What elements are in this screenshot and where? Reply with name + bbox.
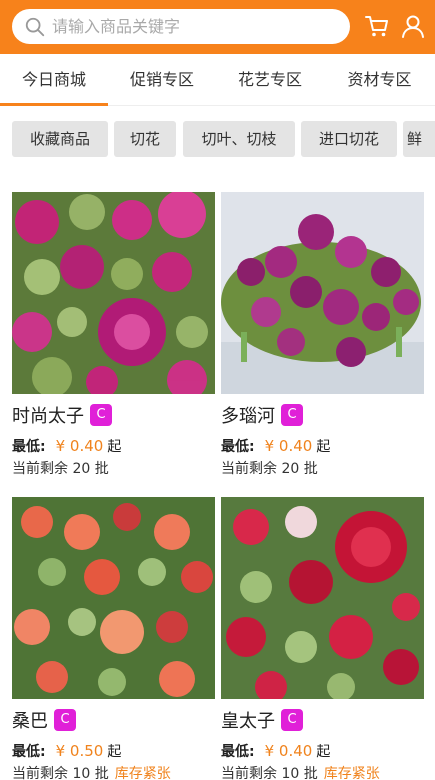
product-name: 时尚太子: [12, 406, 84, 427]
stock-row: 当前剩余 20 批: [221, 458, 318, 478]
grade-badge: C: [54, 709, 76, 731]
price-value: ¥ 0.40: [55, 437, 104, 455]
tab-materials[interactable]: 资材专区: [324, 54, 435, 106]
chip-more[interactable]: 鲜: [403, 121, 435, 157]
price-label: 最低:: [12, 439, 46, 455]
stock-text: 当前剩余 10 批: [12, 766, 109, 780]
tab-floral-art[interactable]: 花艺专区: [216, 54, 324, 106]
search-input[interactable]: [52, 9, 342, 44]
price-row: 最低: ¥ 0.40 起: [12, 436, 121, 456]
grade-badge: C: [281, 404, 303, 426]
tab-today-mall[interactable]: 今日商城: [0, 54, 108, 106]
stock-row: 当前剩余 10 批库存紧张: [12, 763, 171, 780]
product-name: 皇太子: [221, 711, 275, 732]
price-unit: 起: [316, 744, 331, 760]
low-stock-tag: 库存紧张: [114, 766, 171, 780]
product-image[interactable]: [12, 497, 215, 699]
stock-text: 当前剩余 20 批: [12, 461, 109, 477]
price-label: 最低:: [221, 439, 255, 455]
product-name-row: 皇太子 C: [221, 707, 303, 733]
price-unit: 起: [107, 439, 122, 455]
price-label: 最低:: [221, 744, 255, 760]
price-unit: 起: [316, 439, 331, 455]
stock-text: 当前剩余 20 批: [221, 461, 318, 477]
product-image[interactable]: [221, 497, 424, 699]
price-label: 最低:: [12, 744, 46, 760]
grade-badge: C: [281, 709, 303, 731]
price-value: ¥ 0.40: [264, 742, 313, 760]
product-name-row: 桑巴 C: [12, 707, 76, 733]
product-card[interactable]: 桑巴 C 最低: ¥ 0.50 起 当前剩余 10 批库存紧张: [12, 497, 215, 780]
price-row: 最低: ¥ 0.50 起: [12, 741, 121, 761]
product-image[interactable]: [12, 192, 215, 394]
price-row: 最低: ¥ 0.40 起: [221, 436, 330, 456]
filter-chips: 收藏商品 切花 切叶、切枝 进口切花 鲜: [0, 118, 435, 162]
price-value: ¥ 0.50: [55, 742, 104, 760]
user-icon[interactable]: [400, 13, 426, 39]
stock-text: 当前剩余 10 批: [221, 766, 318, 780]
price-value: ¥ 0.40: [264, 437, 313, 455]
top-bar: [0, 0, 435, 54]
grade-badge: C: [90, 404, 112, 426]
product-name: 桑巴: [12, 711, 48, 732]
low-stock-tag: 库存紧张: [323, 766, 380, 780]
price-unit: 起: [107, 744, 122, 760]
price-row: 最低: ¥ 0.40 起: [221, 741, 330, 761]
chip-favorites[interactable]: 收藏商品: [12, 121, 108, 157]
search-box[interactable]: [12, 9, 350, 44]
product-image[interactable]: [221, 192, 424, 394]
chip-cut-flowers[interactable]: 切花: [114, 121, 176, 157]
product-name: 多瑙河: [221, 406, 275, 427]
chip-cut-leaves[interactable]: 切叶、切枝: [183, 121, 295, 157]
chip-imported[interactable]: 进口切花: [301, 121, 397, 157]
tab-promotion[interactable]: 促销专区: [108, 54, 216, 106]
search-icon: [25, 17, 45, 37]
product-card[interactable]: 多瑙河 C 最低: ¥ 0.40 起 当前剩余 20 批: [221, 192, 424, 477]
stock-row: 当前剩余 10 批库存紧张: [221, 763, 380, 780]
product-grid: 时尚太子 C 最低: ¥ 0.40 起 当前剩余 20 批 多瑙河 C 最低: …: [0, 166, 435, 780]
stock-row: 当前剩余 20 批: [12, 458, 109, 478]
cart-icon[interactable]: [364, 13, 390, 39]
product-card[interactable]: 时尚太子 C 最低: ¥ 0.40 起 当前剩余 20 批: [12, 192, 215, 477]
product-name-row: 时尚太子 C: [12, 402, 112, 428]
product-card[interactable]: 皇太子 C 最低: ¥ 0.40 起 当前剩余 10 批库存紧张: [221, 497, 424, 780]
category-tabs: 今日商城 促销专区 花艺专区 资材专区: [0, 54, 435, 106]
product-name-row: 多瑙河 C: [221, 402, 303, 428]
